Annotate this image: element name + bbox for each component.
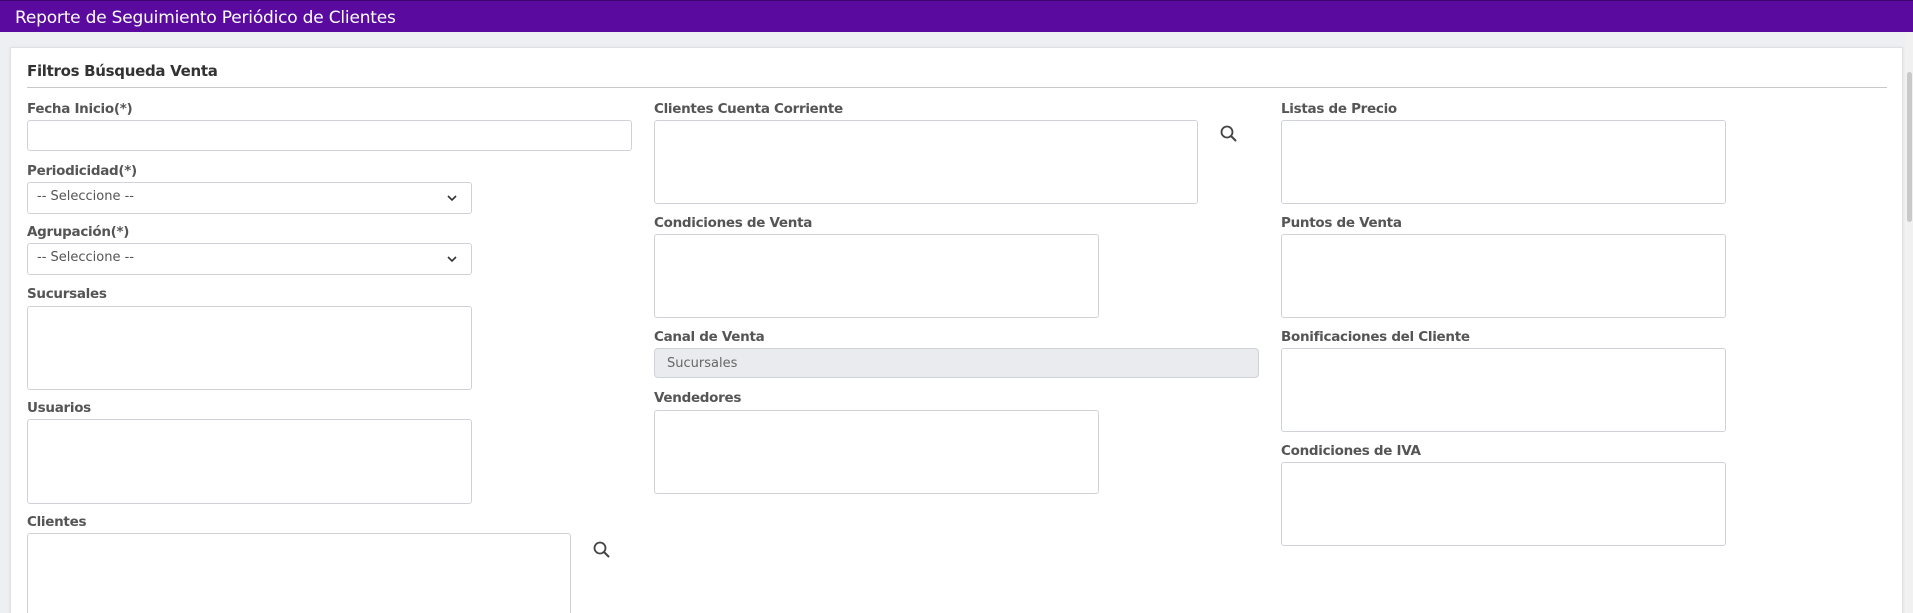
clientes-cuenta-corriente-label: Clientes Cuenta Corriente xyxy=(654,101,843,117)
agrupacion-select[interactable]: -- Seleccione -- xyxy=(27,243,472,275)
condiciones-venta-label: Condiciones de Venta xyxy=(654,215,813,231)
section-title: Filtros Búsqueda Venta xyxy=(27,62,218,80)
periodicidad-select[interactable]: -- Seleccione -- xyxy=(27,182,472,214)
vendedores-listbox[interactable] xyxy=(654,410,1099,494)
listas-precio-label: Listas de Precio xyxy=(1281,101,1397,117)
fecha-inicio-label: Fecha Inicio(*) xyxy=(27,101,133,117)
chevron-down-icon xyxy=(447,195,457,202)
sucursales-listbox[interactable] xyxy=(27,306,472,390)
agrupacion-selected-value: -- Seleccione -- xyxy=(37,250,134,265)
puntos-venta-listbox[interactable] xyxy=(1281,234,1726,318)
canal-venta-label: Canal de Venta xyxy=(654,329,765,345)
condiciones-iva-label: Condiciones de IVA xyxy=(1281,443,1421,459)
periodicidad-label: Periodicidad(*) xyxy=(27,163,137,179)
bonificaciones-cliente-label: Bonificaciones del Cliente xyxy=(1281,329,1470,345)
condiciones-iva-listbox[interactable] xyxy=(1281,462,1726,546)
periodicidad-selected-value: -- Seleccione -- xyxy=(37,189,134,204)
fecha-inicio-input[interactable] xyxy=(27,120,632,151)
scrollbar-thumb[interactable] xyxy=(1907,72,1912,222)
clientes-listbox[interactable] xyxy=(27,533,571,613)
vendedores-label: Vendedores xyxy=(654,390,742,406)
condiciones-venta-listbox[interactable] xyxy=(654,234,1099,318)
clientes-label: Clientes xyxy=(27,514,87,530)
section-divider xyxy=(27,87,1887,88)
agrupacion-label: Agrupación(*) xyxy=(27,224,130,240)
filters-panel: Filtros Búsqueda Venta Fecha Inicio(*) P… xyxy=(10,47,1903,613)
search-icon[interactable] xyxy=(1218,123,1240,145)
clientes-cuenta-corriente-listbox[interactable] xyxy=(654,120,1198,204)
chevron-down-icon xyxy=(447,256,457,263)
puntos-venta-label: Puntos de Venta xyxy=(1281,215,1402,231)
search-icon[interactable] xyxy=(591,539,613,561)
sucursales-label: Sucursales xyxy=(27,286,107,302)
page-title: Reporte de Seguimiento Periódico de Clie… xyxy=(15,8,396,28)
app-header: Reporte de Seguimiento Periódico de Clie… xyxy=(0,0,1913,32)
bonificaciones-cliente-listbox[interactable] xyxy=(1281,348,1726,432)
canal-venta-field: Sucursales xyxy=(654,348,1259,378)
page-scrollbar[interactable] xyxy=(1905,32,1913,613)
usuarios-listbox[interactable] xyxy=(27,419,472,504)
canal-venta-value: Sucursales xyxy=(667,356,738,371)
listas-precio-listbox[interactable] xyxy=(1281,120,1726,204)
usuarios-label: Usuarios xyxy=(27,400,91,416)
